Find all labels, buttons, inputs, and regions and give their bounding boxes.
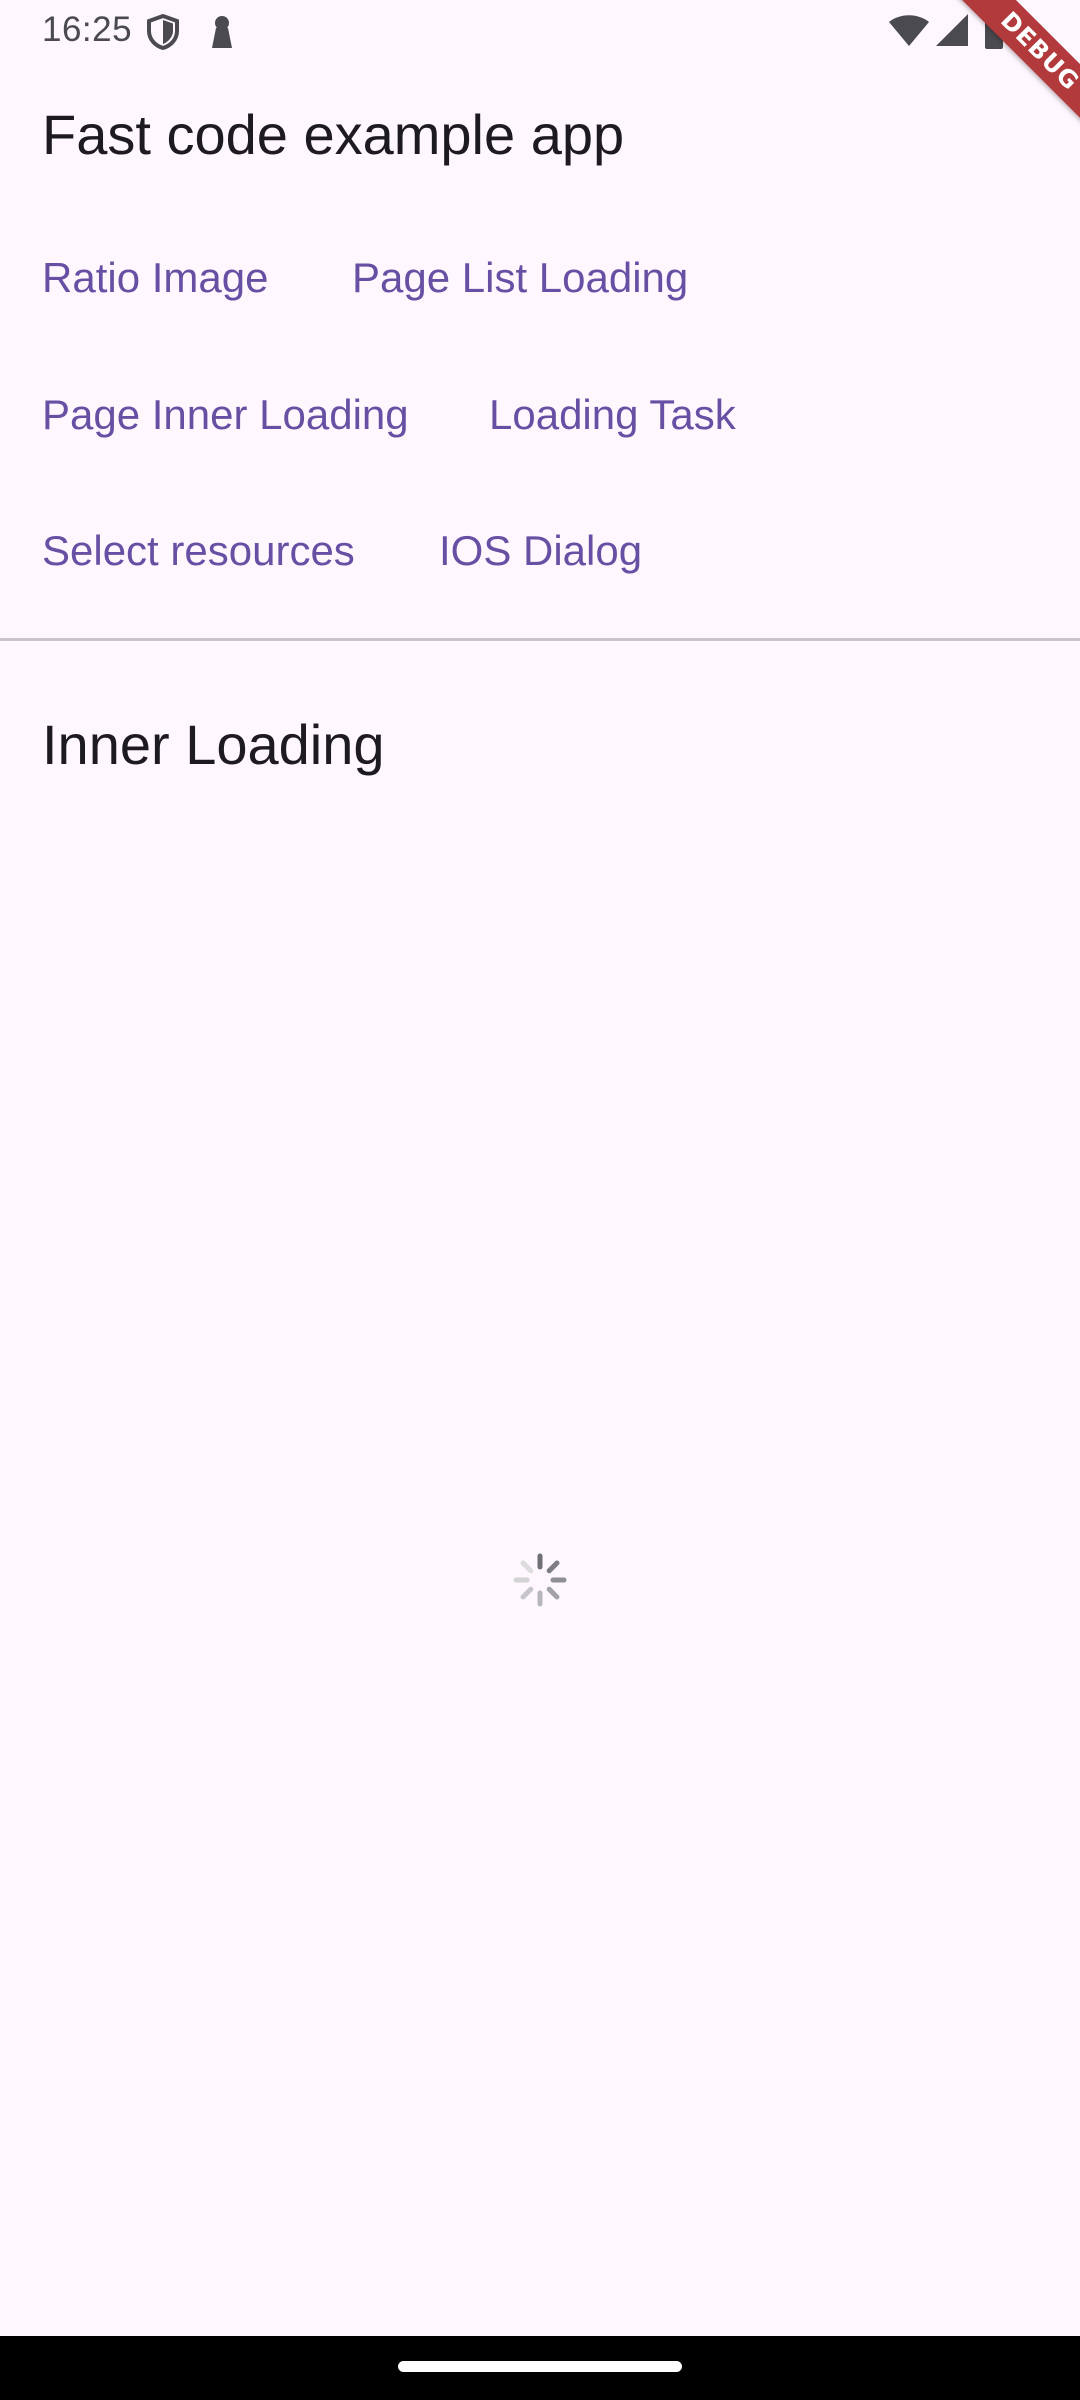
ios-dialog-button[interactable]: IOS Dialog [439, 530, 642, 572]
app-screen: 16:25 DEBUG Fast code example app Ratio … [0, 0, 1080, 2400]
status-bar: 16:25 [0, 0, 1080, 62]
status-time: 16:25 [42, 10, 133, 49]
section-title: Inner Loading [42, 713, 385, 776]
battery-icon [984, 12, 1004, 55]
ratio-image-button[interactable]: Ratio Image [42, 257, 268, 299]
wifi-icon [888, 14, 930, 53]
loading-task-button[interactable]: Loading Task [489, 394, 736, 436]
page-inner-loading-button[interactable]: Page Inner Loading [42, 394, 409, 436]
page-list-loading-button[interactable]: Page List Loading [352, 257, 688, 299]
keyhole-icon [208, 14, 236, 55]
notification-dot-icon [1028, 22, 1044, 43]
signal-icon [934, 12, 970, 53]
divider [0, 638, 1080, 641]
shield-icon [146, 13, 180, 55]
app-title: Fast code example app [42, 103, 625, 166]
select-resources-button[interactable]: Select resources [42, 530, 355, 572]
loading-spinner-icon [512, 1552, 568, 1608]
home-handle[interactable] [398, 2361, 682, 2372]
